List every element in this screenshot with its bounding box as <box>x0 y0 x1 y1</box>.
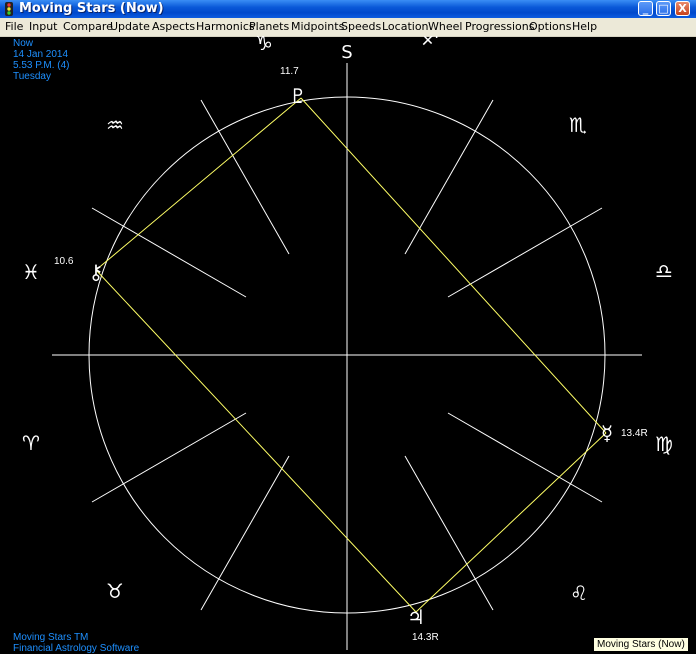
mercury-degree: 13.4R <box>621 428 648 439</box>
aspect-line <box>95 269 417 613</box>
chart-time: 5.53 P.M. (4) <box>13 60 70 71</box>
footer-branding: Moving Stars TM Financial Astrology Soft… <box>13 632 139 654</box>
house-cusp-line <box>91 207 247 298</box>
menu-bar: File Input Compare Update Aspects Harmon… <box>0 18 696 37</box>
house-cusp-line <box>200 99 290 255</box>
capricorn-icon: ♑ <box>255 36 273 55</box>
chart-weekday: Tuesday <box>13 71 51 82</box>
menu-update[interactable]: Update <box>110 18 150 35</box>
pisces-icon: ♓ <box>22 260 40 284</box>
menu-wheel[interactable]: Wheel <box>428 18 462 35</box>
menu-help[interactable]: Help <box>572 18 597 35</box>
aries-icon: ♈ <box>22 431 40 455</box>
menu-input[interactable]: Input <box>29 18 57 35</box>
libra-icon: ♎ <box>655 259 673 283</box>
menu-harmonics[interactable]: Harmonics <box>196 18 255 35</box>
taurus-icon: ♉ <box>106 579 124 603</box>
scorpio-icon: ♏ <box>569 113 587 137</box>
jupiter-degree: 14.3R <box>412 632 439 643</box>
pluto-degree: 11.7 <box>280 66 299 77</box>
house-cusp-line <box>404 99 494 255</box>
astrology-wheel: S ♑ ♐ ♏ ♎ ♍ ♌ ♉ ♈ ♓ ♒ ♇ ⚷ ☿ ♃ 11.7 10.6 … <box>22 36 673 650</box>
menu-progressions[interactable]: Progressions <box>465 18 534 35</box>
menu-options[interactable]: Options <box>529 18 571 35</box>
menu-midpoints[interactable]: Midpoints <box>291 18 344 35</box>
menu-planets[interactable]: Planets <box>249 18 289 35</box>
menu-file[interactable]: File <box>5 18 23 35</box>
chart-date: 14 Jan 2014 <box>13 49 69 60</box>
maximize-button[interactable]: □ <box>656 1 671 16</box>
mercury-icon: ☿ <box>601 421 613 445</box>
chart-info: Now 14 Jan 2014 5.53 P.M. (4) Tuesday <box>13 38 70 82</box>
house-cusp-line <box>404 455 494 611</box>
footer-product: Moving Stars TM <box>13 632 89 643</box>
leo-icon: ♌ <box>570 581 588 605</box>
house-cusp-line <box>91 412 247 503</box>
aquarius-icon: ♒ <box>106 113 124 137</box>
house-cusp-line <box>447 412 603 503</box>
chart-name: Now <box>13 38 34 49</box>
title-bar: Moving Stars (Now) _ □ X <box>0 0 696 18</box>
jupiter-icon: ♃ <box>407 605 425 629</box>
wheel-lines <box>52 63 642 650</box>
menu-location[interactable]: Location <box>382 18 429 35</box>
south-point-label: S <box>341 42 352 63</box>
sagittarius-icon: ♐ <box>421 36 439 50</box>
window-title: Moving Stars (Now) <box>19 1 164 16</box>
virgo-icon: ♍ <box>655 432 673 456</box>
pluto-icon: ♇ <box>289 84 307 108</box>
house-cusp-line <box>447 207 603 298</box>
chiron-icon: ⚷ <box>89 260 104 284</box>
traffic-light-icon <box>5 2 13 16</box>
minimize-button[interactable]: _ <box>638 1 653 16</box>
house-cusp-line <box>200 455 290 611</box>
menu-speeds[interactable]: Speeds <box>341 18 381 35</box>
aspect-line <box>95 97 302 271</box>
close-button[interactable]: X <box>675 1 690 16</box>
menu-aspects[interactable]: Aspects <box>152 18 195 35</box>
menu-compare[interactable]: Compare <box>63 18 113 35</box>
footer-tagline: Financial Astrology Software <box>13 643 140 654</box>
chiron-degree: 10.6 <box>54 256 74 267</box>
